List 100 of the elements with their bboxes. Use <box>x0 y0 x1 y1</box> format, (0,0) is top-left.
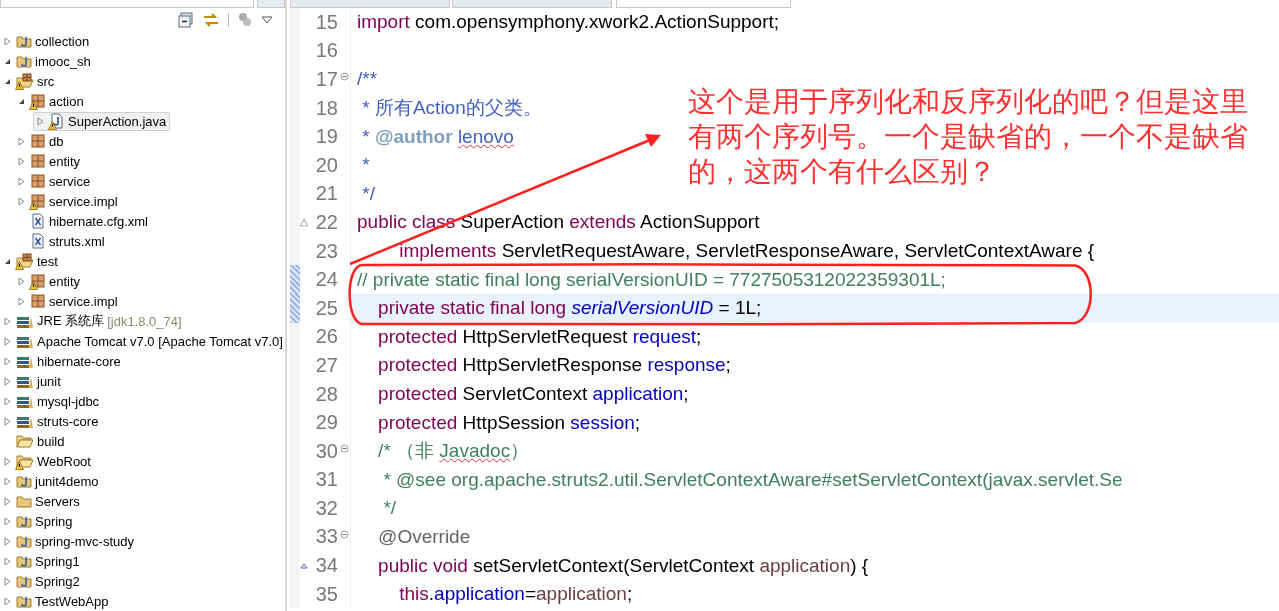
tree-item[interactable]: src <box>0 71 59 91</box>
tree-item[interactable]: Spring1 <box>0 551 84 571</box>
link-arrows-icon[interactable] <box>202 11 220 28</box>
tree-item[interactable]: entity <box>14 271 85 291</box>
line-number: 23 <box>314 239 338 263</box>
collapsed-arrow-icon[interactable] <box>17 276 25 286</box>
fold-icon[interactable] <box>340 530 349 539</box>
collapsed-arrow-icon[interactable] <box>3 316 11 326</box>
tree-item[interactable]: JRE 系统库 [jdk1.8.0_74] <box>0 311 186 331</box>
collapsed-arrow-icon[interactable] <box>17 296 25 306</box>
expanded-arrow-icon[interactable] <box>3 77 11 85</box>
collapsed-arrow-icon[interactable] <box>3 536 11 546</box>
line-number: 31 <box>314 468 338 492</box>
tree-item[interactable]: build <box>0 431 69 451</box>
expanded-arrow-icon[interactable] <box>3 257 11 265</box>
tree-item[interactable]: entity <box>14 151 85 171</box>
collapsed-arrow-icon[interactable] <box>3 36 11 46</box>
collapsed-arrow-icon[interactable] <box>3 336 11 346</box>
code-line: /* （非 Javadoc） <box>377 439 530 464</box>
collapsed-arrow-icon[interactable] <box>3 516 11 526</box>
tree-item[interactable]: service <box>14 171 95 191</box>
tree-item[interactable]: service.impl <box>14 191 122 211</box>
project-icon <box>16 33 32 49</box>
collapsed-arrow-icon[interactable] <box>3 596 11 606</box>
code-line: */ <box>361 182 375 205</box>
collapsed-arrow-icon[interactable] <box>3 556 11 566</box>
code-line: protected HttpSession session; <box>377 411 641 434</box>
collapsed-arrow-icon[interactable] <box>3 476 11 486</box>
collapsed-arrow-icon[interactable] <box>3 396 11 406</box>
code-line: * @see org.apache.struts2.util.ServletContextAware#setServletContext(javax.servlet.Se <box>382 468 1123 491</box>
code-line: protected HttpServletRequest request; <box>377 325 702 348</box>
tree-item[interactable]: db <box>14 131 68 151</box>
tree-item[interactable]: hibernate-core <box>0 351 125 371</box>
tree-item[interactable]: junit <box>0 371 65 391</box>
tree-item[interactable]: struts-core <box>0 411 103 431</box>
line-number: 24 <box>314 268 338 292</box>
tree-item[interactable]: Spring <box>0 511 77 531</box>
tree-item[interactable]: imooc_sh <box>0 51 95 71</box>
expanded-arrow-icon[interactable] <box>17 97 25 105</box>
project-icon <box>16 593 32 609</box>
line-number: 18 <box>314 96 338 120</box>
xml-file-icon <box>30 233 46 249</box>
annotation-text: 这个是用于序列化和反序列化的吧？但是这里有两个序列号。一个是缺省的，一个不是缺省的，这两个有什么区别？ <box>688 84 1249 189</box>
filter-icon[interactable] <box>237 11 253 28</box>
tree-item[interactable]: collection <box>0 31 94 51</box>
tree-item[interactable]: TestWebApp <box>0 591 113 611</box>
code-line: * 所有Action的父类。 <box>361 96 542 121</box>
code-line: * <box>361 154 370 177</box>
code-line: this.application=application; <box>398 583 633 606</box>
tree-item[interactable]: junit4demo <box>0 471 103 491</box>
collapsed-arrow-icon[interactable] <box>3 496 11 506</box>
dropdown-icon[interactable] <box>261 15 273 24</box>
line-number: 21 <box>314 182 338 206</box>
line-number: 25 <box>314 296 338 320</box>
collapsed-arrow-icon[interactable] <box>3 356 11 366</box>
code-line: protected HttpServletResponse response; <box>377 354 731 377</box>
tree-item[interactable]: Spring2 <box>0 571 84 591</box>
tree-item[interactable]: hibernate.cfg.xml <box>14 211 152 231</box>
tree-item[interactable]: spring-mvc-study <box>0 531 138 551</box>
code-line: @Override <box>377 526 471 548</box>
code-line: /** <box>357 68 378 91</box>
tree-item[interactable]: service.impl <box>14 291 122 311</box>
view-tab[interactable] <box>0 0 255 8</box>
tree-item[interactable]: struts.xml <box>14 231 109 251</box>
collapsed-arrow-icon[interactable] <box>36 116 44 126</box>
line-number: 19 <box>314 125 338 149</box>
fold-icon[interactable] <box>340 444 349 454</box>
collapsed-arrow-icon[interactable] <box>3 456 11 466</box>
tree-item[interactable]: SuperAction.java <box>33 111 171 131</box>
package-icon <box>30 133 46 149</box>
tree-item[interactable]: WebRoot <box>0 451 95 471</box>
collapsed-arrow-icon[interactable] <box>17 156 25 166</box>
expanded-arrow-icon[interactable] <box>3 57 11 65</box>
tree-item[interactable]: Apache Tomcat v7.0 [Apache Tomcat v7.0] <box>0 331 285 351</box>
collapsed-arrow-icon[interactable] <box>3 576 11 586</box>
editor-tab[interactable] <box>616 0 791 8</box>
tree-item[interactable]: Servers <box>0 491 84 511</box>
project-icon <box>16 533 32 549</box>
tree-item[interactable]: test <box>0 251 62 271</box>
collapsed-arrow-icon[interactable] <box>17 176 25 186</box>
collapsed-arrow-icon[interactable] <box>3 376 11 386</box>
package-icon <box>30 293 46 309</box>
line-number: 22 <box>314 210 338 234</box>
tree-item[interactable]: action <box>14 91 88 111</box>
tree-item[interactable]: mysql-jdbc <box>0 391 104 411</box>
collapse-all-icon[interactable] <box>178 11 194 28</box>
package-icon <box>30 193 46 209</box>
fold-icon[interactable] <box>340 72 349 82</box>
package-icon <box>30 153 46 169</box>
collapsed-arrow-icon[interactable] <box>3 416 11 426</box>
package-icon <box>30 93 46 109</box>
line-number: 29 <box>314 411 338 435</box>
code-line: implements ServletRequestAware, ServletResponseAware, ServletContextAware { <box>398 240 1095 263</box>
project-icon <box>16 573 32 589</box>
folder-icon <box>16 493 32 509</box>
collapsed-arrow-icon[interactable] <box>17 136 25 146</box>
line-number: 32 <box>314 496 338 520</box>
code-line: protected ServletContext application; <box>377 383 689 405</box>
collapsed-arrow-icon[interactable] <box>17 196 25 206</box>
package-icon <box>30 273 46 289</box>
